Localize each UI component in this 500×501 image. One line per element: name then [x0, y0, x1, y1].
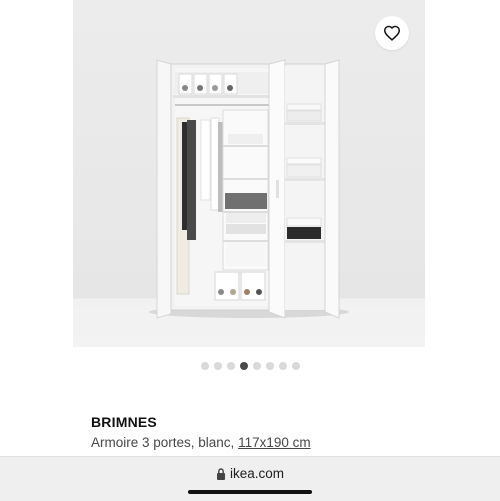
product-description-text: Armoire 3 portes, blanc, — [91, 435, 239, 450]
carousel-dot[interactable] — [291, 362, 300, 370]
lock-icon — [216, 467, 225, 480]
carousel-dot[interactable] — [278, 362, 287, 370]
browser-url-bar[interactable]: ikea.com — [0, 456, 500, 501]
favorite-button[interactable] — [375, 16, 409, 50]
product-description: Armoire 3 portes, blanc, 117x190 cm — [91, 435, 311, 450]
home-indicator — [188, 490, 312, 494]
carousel-dot[interactable] — [252, 362, 261, 370]
carousel-dot[interactable] — [226, 362, 235, 370]
wardrobe-illustration — [149, 59, 349, 319]
carousel-dot-active[interactable] — [239, 362, 248, 370]
product-dimensions-link[interactable]: 117x190 cm — [238, 435, 311, 450]
url-display[interactable]: ikea.com — [0, 466, 500, 481]
carousel-dots — [0, 362, 500, 370]
product-image[interactable] — [73, 0, 425, 347]
carousel-dot[interactable] — [200, 362, 209, 370]
carousel-dot[interactable] — [265, 362, 274, 370]
url-text: ikea.com — [229, 466, 285, 481]
heart-outline-icon — [383, 25, 401, 41]
carousel-dot[interactable] — [213, 362, 222, 370]
product-name: BRIMNES — [91, 414, 157, 430]
